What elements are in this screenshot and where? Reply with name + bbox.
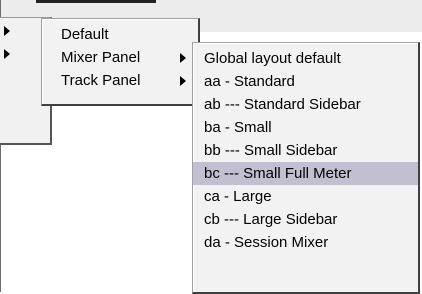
background-title-fragment — [36, 0, 156, 3]
chevron-right-icon[interactable] — [4, 26, 10, 36]
menu-item-track-panel[interactable]: Track Panel — [42, 69, 198, 92]
chevron-right-icon[interactable] — [4, 49, 10, 59]
submenu-item-ab-standard-sidebar[interactable]: ab --- Standard Sidebar — [193, 93, 418, 116]
submenu-item-bb-small-sidebar[interactable]: bb --- Small Sidebar — [193, 139, 418, 162]
menu-item-label: Default — [61, 26, 109, 43]
submenu-item-global-layout-default[interactable]: Global layout default — [193, 47, 418, 70]
submenu-item-label: bc --- Small Full Meter — [204, 165, 352, 182]
submenu-item-label: Global layout default — [204, 50, 341, 67]
menu-item-mixer-panel[interactable]: Mixer Panel — [42, 46, 198, 69]
submenu-item-aa-standard[interactable]: aa - Standard — [193, 70, 418, 93]
submenu-item-bc-small-full-meter[interactable]: bc --- Small Full Meter — [193, 162, 418, 185]
submenu-item-da-session-mixer[interactable]: da - Session Mixer — [193, 231, 418, 254]
mixer-panel-submenu: Global layout default aa - Standard ab -… — [192, 42, 420, 294]
menu-item-default[interactable]: Default — [42, 23, 198, 46]
submenu-item-ca-large[interactable]: ca - Large — [193, 185, 418, 208]
context-menu: Default Mixer Panel Track Panel — [41, 18, 200, 106]
submenu-item-ba-small[interactable]: ba - Small — [193, 116, 418, 139]
submenu-item-label: ca - Large — [204, 188, 272, 205]
chevron-right-icon — [180, 53, 186, 63]
chevron-right-icon — [180, 76, 186, 86]
submenu-item-label: da - Session Mixer — [204, 234, 329, 251]
menu-item-label: Track Panel — [61, 72, 141, 89]
submenu-item-label: bb --- Small Sidebar — [204, 142, 338, 159]
submenu-item-cb-large-sidebar[interactable]: cb --- Large Sidebar — [193, 208, 418, 231]
submenu-item-label: ab --- Standard Sidebar — [204, 96, 361, 113]
submenu-item-label: aa - Standard — [204, 73, 295, 90]
menu-item-label: Mixer Panel — [61, 49, 141, 66]
submenu-item-label: cb --- Large Sidebar — [204, 211, 338, 228]
submenu-item-label: ba - Small — [204, 119, 272, 136]
